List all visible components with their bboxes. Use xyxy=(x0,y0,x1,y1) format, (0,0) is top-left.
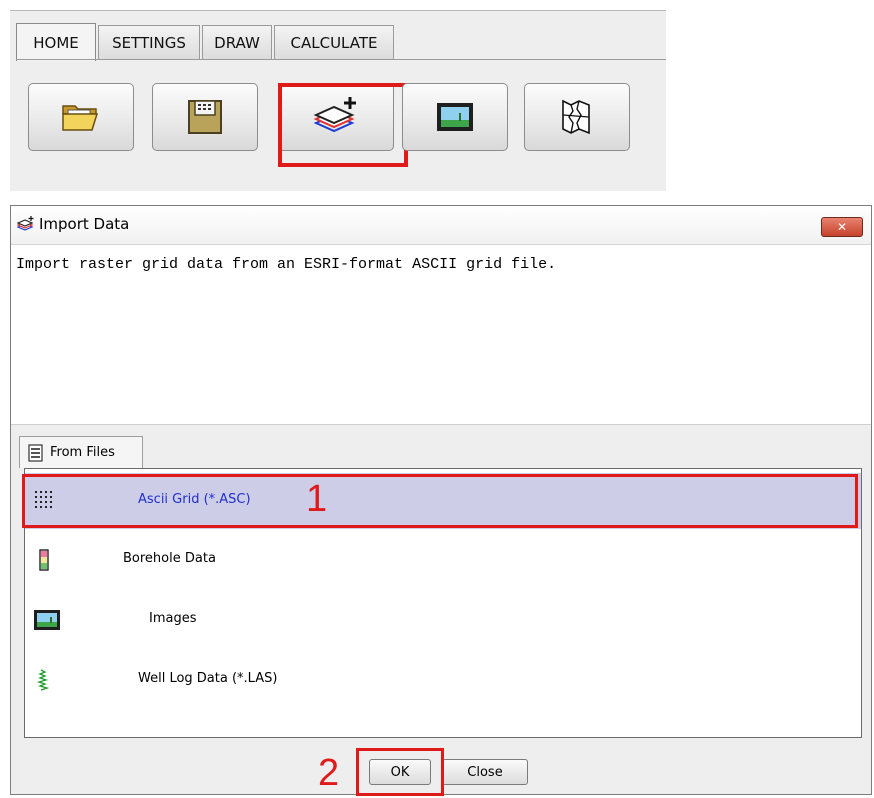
tab-home[interactable]: HOME xyxy=(16,23,96,61)
step-marker-1: 1 xyxy=(306,478,328,520)
ascii-grid-highlight xyxy=(22,474,858,528)
ribbon-tabs: HOME SETTINGS DRAW CALCULATE xyxy=(16,23,396,61)
ribbon-toolbar: HOME SETTINGS DRAW CALCULATE xyxy=(10,10,666,191)
tab-from-files[interactable]: From Files xyxy=(19,436,143,468)
tab-draw[interactable]: DRAW xyxy=(202,25,272,59)
map-icon xyxy=(562,99,590,135)
import-button-highlight xyxy=(278,83,408,167)
list-item-borehole-data[interactable]: Borehole Data xyxy=(25,531,861,587)
tab-settings[interactable]: SETTINGS xyxy=(98,25,200,59)
dialog-title: Import Data xyxy=(39,215,130,233)
import-layers-icon xyxy=(17,216,34,231)
step-marker-2: 2 xyxy=(318,752,340,794)
tab-calculate[interactable]: CALCULATE xyxy=(274,25,394,59)
close-icon: ✕ xyxy=(836,220,848,234)
borehole-icon xyxy=(39,549,49,571)
tab-strip-divider xyxy=(16,59,666,60)
map-button[interactable] xyxy=(524,83,630,151)
image-button[interactable] xyxy=(402,83,508,151)
description-text: Import raster grid data from an ESRI-for… xyxy=(11,245,871,425)
list-item-images[interactable]: Images xyxy=(25,591,861,647)
list-item-label: Well Log Data (*.LAS) xyxy=(138,671,278,686)
open-button[interactable] xyxy=(28,83,134,151)
document-icon xyxy=(28,443,43,462)
save-button[interactable] xyxy=(152,83,258,151)
list-item-label: Borehole Data xyxy=(123,551,216,566)
list-item-well-log-data[interactable]: Well Log Data (*.LAS) xyxy=(25,651,861,707)
image-icon xyxy=(34,610,60,630)
save-floppy-icon xyxy=(188,100,222,134)
close-button[interactable]: Close xyxy=(442,759,528,785)
dialog-titlebar: Import Data ✕ xyxy=(11,206,871,245)
image-icon xyxy=(437,103,473,131)
dialog-close-x-button[interactable]: ✕ xyxy=(821,217,863,237)
tab-from-files-label: From Files xyxy=(50,445,115,460)
well-log-icon xyxy=(36,669,50,691)
list-item-label: Images xyxy=(149,611,197,626)
ok-button-highlight xyxy=(356,748,444,796)
open-folder-icon xyxy=(62,105,99,131)
